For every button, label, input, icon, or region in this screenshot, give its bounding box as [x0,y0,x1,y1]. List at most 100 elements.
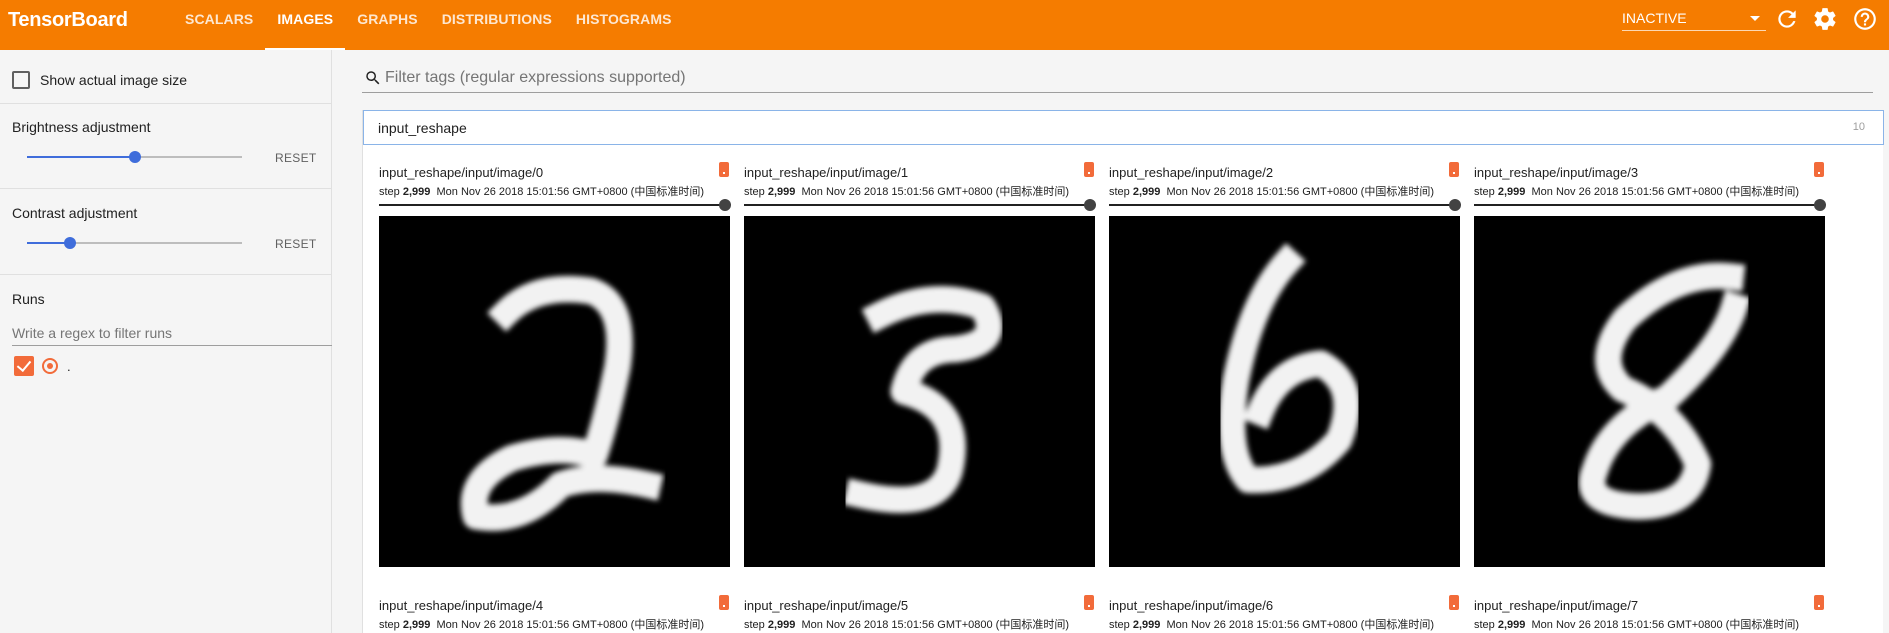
card-step-info: step 2,999 Mon Nov 26 2018 15:01:56 GMT+… [744,616,1069,632]
tab-scalars[interactable]: SCALARS [173,0,265,50]
step-slider[interactable] [1109,199,1461,211]
tab-images[interactable]: IMAGES [265,0,346,50]
brightness-title: Brightness adjustment [12,119,151,135]
run-item[interactable]: . [14,356,71,376]
slider-thumb[interactable] [719,199,731,211]
step-label: step [1474,186,1495,198]
divider [0,274,332,275]
divider [0,103,332,104]
step-label: step [1109,186,1130,198]
card-tag: input_reshape/input/image/2 [1109,165,1274,180]
digit-image[interactable] [1109,216,1460,567]
image-card: input_reshape/input/image/1 step 2,999 M… [744,162,1096,567]
slider-fill [27,156,135,158]
settings-icon[interactable] [1812,6,1838,32]
tag-filter [362,64,1873,93]
step-label: step [1109,619,1130,631]
timestamp: Mon Nov 26 2018 15:01:56 GMT+0800 (中国标准时… [1166,186,1434,198]
tag-group: input_reshape 10 input_reshape/input/ima… [362,110,1884,633]
brightness-slider[interactable] [27,150,242,164]
image-card: input_reshape/input/image/6 step 2,999 M… [1109,595,1461,633]
tab-histograms[interactable]: HISTOGRAMS [564,0,684,50]
step-label: step [1474,619,1495,631]
run-color-badge [1449,595,1459,610]
image-card: input_reshape/input/image/3 step 2,999 M… [1474,162,1826,567]
run-color-badge [1084,162,1094,177]
image-card: input_reshape/input/image/4 step 2,999 M… [379,595,731,633]
run-checkbox[interactable] [14,356,34,376]
step-value: 2,999 [402,619,431,631]
search-icon [366,71,380,85]
slider-thumb[interactable] [64,237,76,249]
card-step-info: step 2,999 Mon Nov 26 2018 15:01:56 GMT+… [1109,183,1434,199]
digit-image[interactable] [1474,216,1825,567]
digit-image[interactable] [744,216,1095,567]
inactive-dashboards-select[interactable]: INACTIVE [1622,6,1766,31]
step-slider[interactable] [1474,199,1826,211]
card-step-info: step 2,999 Mon Nov 26 2018 15:01:56 GMT+… [1474,616,1799,632]
slider-track [379,204,725,206]
card-tag: input_reshape/input/image/0 [379,165,544,180]
timestamp: Mon Nov 26 2018 15:01:56 GMT+0800 (中国标准时… [1531,186,1799,198]
nav-tabs: SCALARS IMAGES GRAPHS DISTRIBUTIONS HIST… [173,0,684,50]
tab-graphs[interactable]: GRAPHS [345,0,430,50]
tag-filter-input[interactable] [385,66,1785,90]
card-tag: input_reshape/input/image/5 [744,598,909,613]
slider-thumb[interactable] [128,151,141,163]
card-step-info: step 2,999 Mon Nov 26 2018 15:01:56 GMT+… [379,616,704,632]
image-card: input_reshape/input/image/7 step 2,999 M… [1474,595,1826,633]
run-color-badge [1449,162,1459,177]
dropdown-caret-icon [1750,16,1760,21]
slider-track [1474,204,1820,206]
refresh-icon[interactable] [1774,6,1800,32]
timestamp: Mon Nov 26 2018 15:01:56 GMT+0800 (中国标准时… [1531,619,1799,631]
run-color-badge [719,595,729,610]
slider-track [744,204,1090,206]
timestamp: Mon Nov 26 2018 15:01:56 GMT+0800 (中国标准时… [801,186,1069,198]
tag-group-header[interactable]: input_reshape 10 [363,110,1884,145]
step-slider[interactable] [379,199,731,211]
slider-track [1109,204,1455,206]
digit-image[interactable] [379,216,730,567]
card-step-info: step 2,999 Mon Nov 26 2018 15:01:56 GMT+… [379,183,704,199]
brightness-reset-button[interactable]: RESET [275,151,317,165]
step-value: 2,999 [1497,186,1526,198]
contrast-slider[interactable] [27,236,242,250]
step-value: 2,999 [767,186,796,198]
step-value: 2,999 [1132,186,1161,198]
slider-thumb[interactable] [1084,199,1096,211]
divider [0,188,332,189]
run-name: . [67,358,71,374]
sidebar: Show actual image size Brightness adjust… [0,50,332,633]
timestamp: Mon Nov 26 2018 15:01:56 GMT+0800 (中国标准时… [436,619,704,631]
run-color-radio[interactable] [42,358,58,374]
show-actual-size-checkbox[interactable] [12,71,30,89]
card-step-info: step 2,999 Mon Nov 26 2018 15:01:56 GMT+… [744,183,1069,199]
slider-thumb[interactable] [1449,199,1461,211]
help-icon[interactable] [1852,6,1878,32]
group-count: 10 [1852,121,1865,133]
contrast-reset-button[interactable]: RESET [275,237,317,251]
slider-thumb[interactable] [1814,199,1826,211]
show-actual-size-toggle[interactable]: Show actual image size [12,71,187,89]
group-name: input_reshape [378,120,467,136]
card-tag: input_reshape/input/image/3 [1474,165,1639,180]
step-value: 2,999 [1132,619,1161,631]
step-value: 2,999 [402,186,431,198]
step-slider[interactable] [744,199,1096,211]
run-color-badge [1814,162,1824,177]
run-color-badge [719,162,729,177]
card-step-info: step 2,999 Mon Nov 26 2018 15:01:56 GMT+… [1109,616,1434,632]
step-label: step [379,186,400,198]
tab-distributions[interactable]: DISTRIBUTIONS [430,0,564,50]
step-label: step [744,186,765,198]
timestamp: Mon Nov 26 2018 15:01:56 GMT+0800 (中国标准时… [801,619,1069,631]
timestamp: Mon Nov 26 2018 15:01:56 GMT+0800 (中国标准时… [1166,619,1434,631]
runs-title: Runs [12,291,45,307]
show-actual-size-label: Show actual image size [40,72,188,88]
runs-filter-input[interactable] [12,320,332,346]
step-value: 2,999 [767,619,796,631]
card-tag: input_reshape/input/image/7 [1474,598,1639,613]
run-color-badge [1814,595,1824,610]
image-card: input_reshape/input/image/0 step 2,999 M… [379,162,731,567]
